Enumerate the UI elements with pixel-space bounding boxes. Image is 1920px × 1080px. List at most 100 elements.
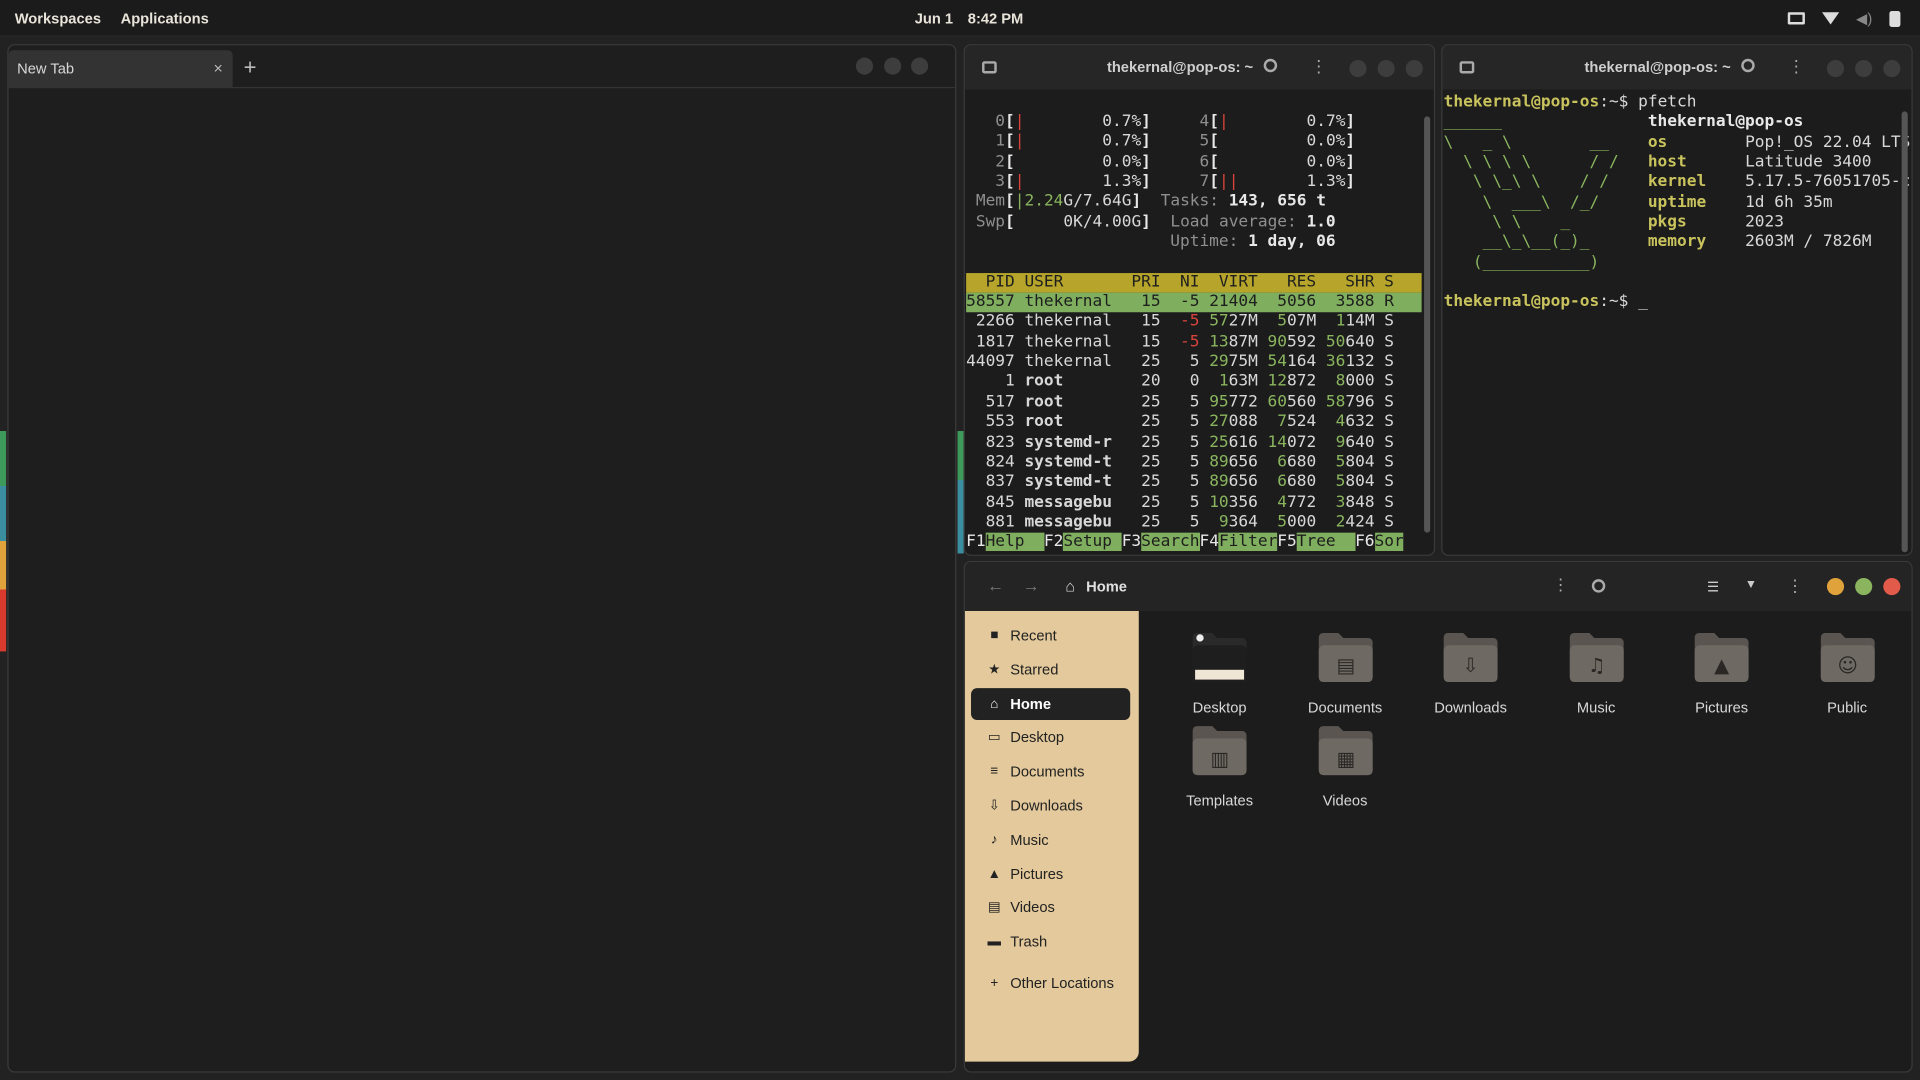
pfetch-key: memory [1647, 233, 1746, 252]
browser-window: New Tab × + [7, 44, 957, 1073]
new-tab-icon[interactable] [1459, 61, 1475, 74]
close-tab-icon[interactable]: × [214, 59, 223, 77]
digit-group: 6 [1257, 452, 1288, 472]
process-row[interactable]: 553 root 25 5 27088 7524 4632 S [966, 413, 1422, 433]
digit-group: 772 [1228, 392, 1258, 412]
htop-output[interactable]: 0[| 0.7%] 4[| 0.7%] 1[| 0.7%] 5[ 0.0%] 2… [966, 113, 1422, 555]
function-key-search[interactable]: Search [1141, 532, 1200, 552]
function-key-filter[interactable]: Filter [1218, 532, 1278, 552]
folder-videos[interactable]: ▦ Videos [1284, 724, 1406, 822]
workspace-grid-icon[interactable] [1787, 12, 1805, 25]
minimize-button[interactable] [1826, 60, 1845, 78]
function-key-help[interactable]: Help [985, 532, 1044, 552]
htop-text [966, 193, 976, 211]
htop-text [1151, 213, 1170, 231]
menu-icon[interactable]: ⋮ [1787, 576, 1804, 597]
back-icon[interactable]: ← [987, 576, 1004, 596]
function-key-setup[interactable]: Setup [1063, 532, 1122, 552]
function-key-bar: F1Help F2Setup F3SearchF4FilterF5Tree F6… [966, 532, 1422, 553]
folder-music[interactable]: ♫ Music [1535, 631, 1657, 729]
maximize-button[interactable] [884, 57, 902, 75]
sidebar-item-other-locations[interactable]: + Other Locations [971, 967, 1130, 999]
process-row[interactable]: 58557 thekernal 15 -5 21404 5056 3588 R [966, 292, 1422, 313]
sidebar-item-home[interactable]: ⌂ Home [971, 687, 1131, 720]
maximize-button[interactable] [1855, 60, 1873, 78]
function-key-tree[interactable]: Tree [1296, 532, 1356, 552]
top-panel: Workspaces Applications Jun 1 8:42 PM ◀) [0, 0, 1920, 37]
digit-group: 57 [1199, 312, 1229, 332]
pfetch-line: (___________) [1444, 253, 1900, 273]
minimize-button[interactable] [1826, 577, 1845, 596]
minimize-button[interactable] [855, 57, 874, 75]
process-row[interactable]: 517 root 25 5 95772 60560 58796 S [966, 393, 1422, 413]
process-row[interactable]: 845 messagebu 25 5 10356 4772 3848 S [966, 493, 1422, 513]
scrollbar[interactable] [1901, 111, 1908, 553]
process-table-header[interactable]: PID USER PRI NI VIRT RES SHR S [966, 272, 1422, 293]
res-cell: 4772 [1258, 493, 1316, 511]
new-tab-icon[interactable] [982, 61, 997, 74]
sidebar-item-downloads[interactable]: ⇩ Downloads [971, 790, 1130, 822]
function-key: F4 [1199, 532, 1219, 552]
process-row[interactable]: 1 root 20 0 163M 12872 8000 S [966, 373, 1422, 393]
folder-public[interactable]: ☺ Public [1786, 631, 1908, 729]
process-row[interactable]: 2266 thekernal 15 -5 5727M 507M 114M S [966, 313, 1422, 333]
shr-cell: 36132 [1316, 353, 1375, 371]
process-row[interactable]: 837 systemd-t 25 5 89656 6680 5804 S [966, 473, 1422, 493]
pid-cell: 553 [966, 412, 1025, 432]
process-row[interactable]: 824 systemd-t 25 5 89656 6680 5804 S [966, 453, 1422, 473]
applications-button[interactable]: Applications [121, 10, 209, 27]
chevron-down-icon[interactable]: ▼ [1745, 578, 1757, 591]
list-view-icon[interactable]: ☰ [1707, 579, 1719, 595]
virt-cell: 25616 [1199, 433, 1258, 451]
pfetch-user-host: thekernal@pop-os [1647, 113, 1804, 132]
new-tab-button[interactable]: + [244, 55, 257, 81]
sidebar-item-trash[interactable]: ▬ Trash [971, 926, 1130, 958]
forward-icon[interactable]: → [1022, 576, 1039, 596]
function-key-sor[interactable]: Sor [1374, 532, 1404, 552]
close-button[interactable] [1883, 577, 1901, 596]
sidebar-item-recent[interactable]: ■ Recent [971, 620, 1130, 652]
scrollbar[interactable] [1424, 116, 1431, 533]
cursor: _ [1638, 293, 1648, 312]
digit-group: 89 [1199, 472, 1229, 492]
search-icon[interactable] [1741, 58, 1755, 73]
process-row[interactable]: 1817 thekernal 15 -5 1387M 90592 50640 S [966, 333, 1422, 353]
folder-pictures[interactable]: ▲ Pictures [1660, 631, 1782, 729]
search-icon[interactable] [1263, 58, 1278, 73]
battery-icon[interactable] [1889, 10, 1901, 27]
maximize-button[interactable] [1377, 60, 1395, 78]
folder-documents[interactable]: ▤ Documents [1284, 631, 1406, 729]
sidebar-item-pictures[interactable]: ▲ Pictures [971, 858, 1130, 890]
location-label[interactable]: Home [1086, 578, 1127, 595]
sidebar-item-starred[interactable]: ★ Starred [971, 654, 1130, 686]
maximize-button[interactable] [1855, 577, 1873, 596]
close-button[interactable] [911, 57, 929, 75]
clock[interactable]: Jun 1 8:42 PM [915, 10, 1024, 27]
volume-icon[interactable]: ◀) [1856, 10, 1872, 27]
process-row[interactable]: 823 systemd-r 25 5 25616 14072 9640 S [966, 433, 1422, 453]
folder-downloads[interactable]: ⇩ Downloads [1409, 631, 1531, 729]
pfetch-logo-line: \ _ \ __ [1443, 133, 1648, 152]
tab-new-tab[interactable]: New Tab × [8, 50, 233, 87]
close-button[interactable] [1883, 60, 1901, 78]
workspaces-button[interactable]: Workspaces [15, 10, 101, 27]
pfetch-output[interactable]: thekernal@pop-os:~$ pfetch ______ thekern… [1443, 93, 1911, 555]
process-row[interactable]: 44097 thekernal 25 5 2975M 54164 36132 S [966, 353, 1422, 373]
folder-desktop[interactable]: Desktop [1158, 631, 1280, 729]
digit-group: 3 [1316, 492, 1346, 512]
sidebar-item-documents[interactable]: ≡ Documents [971, 756, 1130, 788]
minimize-button[interactable] [1349, 60, 1367, 78]
pfetch-key: pkgs [1647, 213, 1746, 232]
sidebar-item-music[interactable]: ♪ Music [971, 824, 1130, 856]
sidebar-item-desktop[interactable]: ▭ Desktop [971, 722, 1130, 754]
menu-icon[interactable]: ⋮ [1310, 56, 1327, 77]
path-menu-icon[interactable]: ⋮ [1553, 576, 1569, 596]
search-icon[interactable] [1591, 579, 1606, 593]
folder-templates[interactable]: ▥ Templates [1158, 724, 1280, 822]
wifi-icon[interactable] [1821, 12, 1839, 25]
menu-icon[interactable]: ⋮ [1788, 56, 1805, 77]
close-button[interactable] [1405, 60, 1423, 78]
pfetch-logo-line: (___________) [1443, 253, 1648, 272]
process-row[interactable]: 881 messagebu 25 5 9364 5000 2424 S [966, 513, 1422, 533]
sidebar-item-videos[interactable]: ▤ Videos [971, 892, 1130, 924]
